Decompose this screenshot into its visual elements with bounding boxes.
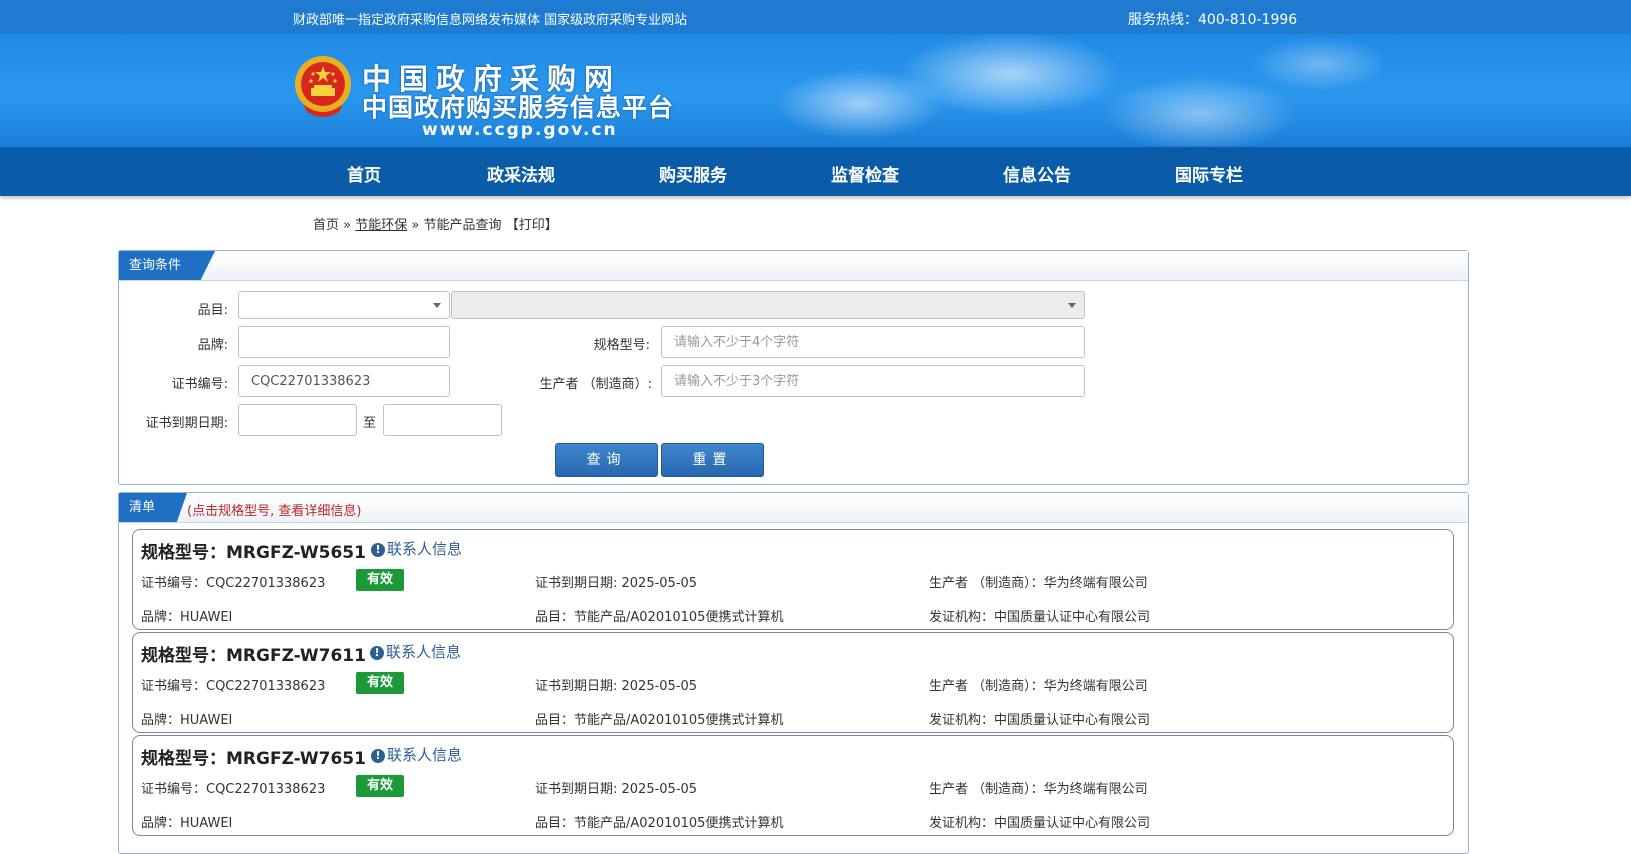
cert-number-input[interactable]: [238, 365, 450, 397]
manufacturer: 生产者 （制造商）：华为终端有限公司: [929, 576, 1148, 591]
contact-info-link[interactable]: ! 联系人信息: [371, 538, 462, 559]
status-badge: 有效: [356, 569, 404, 591]
product-model-link[interactable]: 规格型号：MRGFZ-W7651: [141, 744, 366, 769]
product-category: 品目：节能产品/A02010105便携式计算机: [535, 713, 784, 728]
model-label: 规格型号:: [593, 338, 650, 353]
logo-url: www.ccgp.gov.cn: [422, 120, 618, 140]
brand: 品牌：HUAWEI: [141, 816, 233, 831]
national-emblem-icon: [295, 56, 351, 117]
product-category: 品目：节能产品/A02010105便携式计算机: [535, 610, 784, 625]
list-panel-title: 清单: [119, 493, 187, 522]
contact-info-link[interactable]: ! 联系人信息: [370, 641, 461, 662]
breadcrumb-section[interactable]: 节能环保: [355, 218, 407, 233]
logo-subtitle: 中国政府购买服务信息平台: [362, 93, 675, 122]
chevron-down-icon: [433, 303, 441, 308]
main-nav: 首页 政采法规 购买服务 监督检查 信息公告 国际专栏: [0, 147, 1631, 196]
info-icon: !: [371, 543, 385, 557]
nav-item-regulations[interactable]: 政采法规: [487, 161, 555, 186]
chevron-down-icon: [1068, 303, 1076, 308]
model-input[interactable]: [661, 326, 1085, 358]
list-hint: (点击规格型号, 查看详细信息): [187, 504, 362, 519]
product-model-link[interactable]: 规格型号：MRGFZ-W7611: [141, 641, 366, 666]
print-link[interactable]: 【打印】: [506, 218, 558, 233]
breadcrumb-current: 节能产品查询: [423, 218, 502, 233]
nav-item-international[interactable]: 国际专栏: [1175, 161, 1243, 186]
product-card: 规格型号：MRGFZ-W7611 ! 联系人信息 证书编号：CQC22701338…: [132, 632, 1454, 733]
breadcrumb: 首页 » 节能环保 » 节能产品查询 【打印】: [313, 214, 558, 233]
query-panel-header: 查询条件: [119, 251, 1468, 281]
reset-button[interactable]: 重置: [661, 443, 764, 477]
expiry-label: 证书到期日期:: [145, 416, 228, 431]
breadcrumb-separator: »: [411, 218, 420, 233]
issuing-agency: 发证机构：中国质量认证中心有限公司: [929, 713, 1151, 728]
product-model-link[interactable]: 规格型号：MRGFZ-W5651: [141, 538, 366, 563]
status-badge: 有效: [356, 672, 404, 694]
header-clouds-decoration: [680, 34, 1380, 147]
nav-item-home[interactable]: 首页: [347, 161, 381, 186]
issuing-agency: 发证机构：中国质量认证中心有限公司: [929, 816, 1151, 831]
expiry-to-input[interactable]: [383, 404, 502, 436]
site-slogan: 财政部唯一指定政府采购信息网络发布媒体 国家级政府采购专业网站: [293, 13, 688, 28]
contact-info-label: 联系人信息: [387, 746, 463, 764]
category-select[interactable]: [238, 291, 450, 319]
manufacturer: 生产者 （制造商）：华为终端有限公司: [929, 679, 1148, 694]
cert-number: 证书编号：CQC22701338623: [141, 576, 326, 591]
nav-item-announcements[interactable]: 信息公告: [1003, 161, 1071, 186]
contact-info-label: 联系人信息: [387, 540, 463, 558]
expiry-range-separator: 至: [363, 416, 377, 431]
info-icon: !: [371, 749, 385, 763]
search-button[interactable]: 查询: [555, 443, 658, 477]
cert-expiry: 证书到期日期: 2025-05-05: [535, 782, 698, 797]
status-badge: 有效: [356, 775, 404, 797]
manufacturer: 生产者 （制造商）：华为终端有限公司: [929, 782, 1148, 797]
brand: 品牌：HUAWEI: [141, 610, 233, 625]
site-header: 中国政府采购网 中国政府购买服务信息平台 www.ccgp.gov.cn: [0, 34, 1631, 147]
brand-input[interactable]: [238, 326, 450, 358]
expiry-from-input[interactable]: [238, 404, 357, 436]
info-icon: !: [370, 646, 384, 660]
category-label: 品目:: [197, 303, 228, 318]
cert-number: 证书编号：CQC22701338623: [141, 679, 326, 694]
cert-number-label: 证书编号:: [171, 377, 228, 392]
nav-item-supervision[interactable]: 监督检查: [831, 161, 899, 186]
cert-expiry: 证书到期日期: 2025-05-05: [535, 679, 698, 694]
product-card: 规格型号：MRGFZ-W7651 ! 联系人信息 证书编号：CQC22701338…: [132, 735, 1454, 836]
top-bar: 财政部唯一指定政府采购信息网络发布媒体 国家级政府采购专业网站 服务热线：400…: [0, 0, 1631, 34]
maker-input[interactable]: [661, 365, 1085, 397]
service-hotline: 服务热线：400-810-1996: [1128, 12, 1298, 28]
nav-item-purchase-service[interactable]: 购买服务: [659, 161, 727, 186]
contact-info-link[interactable]: ! 联系人信息: [371, 744, 462, 765]
issuing-agency: 发证机构：中国质量认证中心有限公司: [929, 610, 1151, 625]
product-category: 品目：节能产品/A02010105便携式计算机: [535, 816, 784, 831]
list-panel-header: 清单 (点击规格型号, 查看详细信息): [119, 493, 1468, 523]
maker-label: 生产者 （制造商）:: [539, 377, 652, 392]
product-card: 规格型号：MRGFZ-W5651 ! 联系人信息 证书编号：CQC22701338…: [132, 529, 1454, 630]
cert-number: 证书编号：CQC22701338623: [141, 782, 326, 797]
query-panel-title: 查询条件: [119, 251, 215, 280]
breadcrumb-separator: »: [343, 218, 352, 233]
contact-info-label: 联系人信息: [386, 643, 462, 661]
cert-expiry: 证书到期日期: 2025-05-05: [535, 576, 698, 591]
breadcrumb-home[interactable]: 首页: [313, 218, 339, 233]
brand-label: 品牌:: [197, 338, 228, 353]
brand: 品牌：HUAWEI: [141, 713, 233, 728]
subcategory-select[interactable]: [451, 291, 1085, 319]
